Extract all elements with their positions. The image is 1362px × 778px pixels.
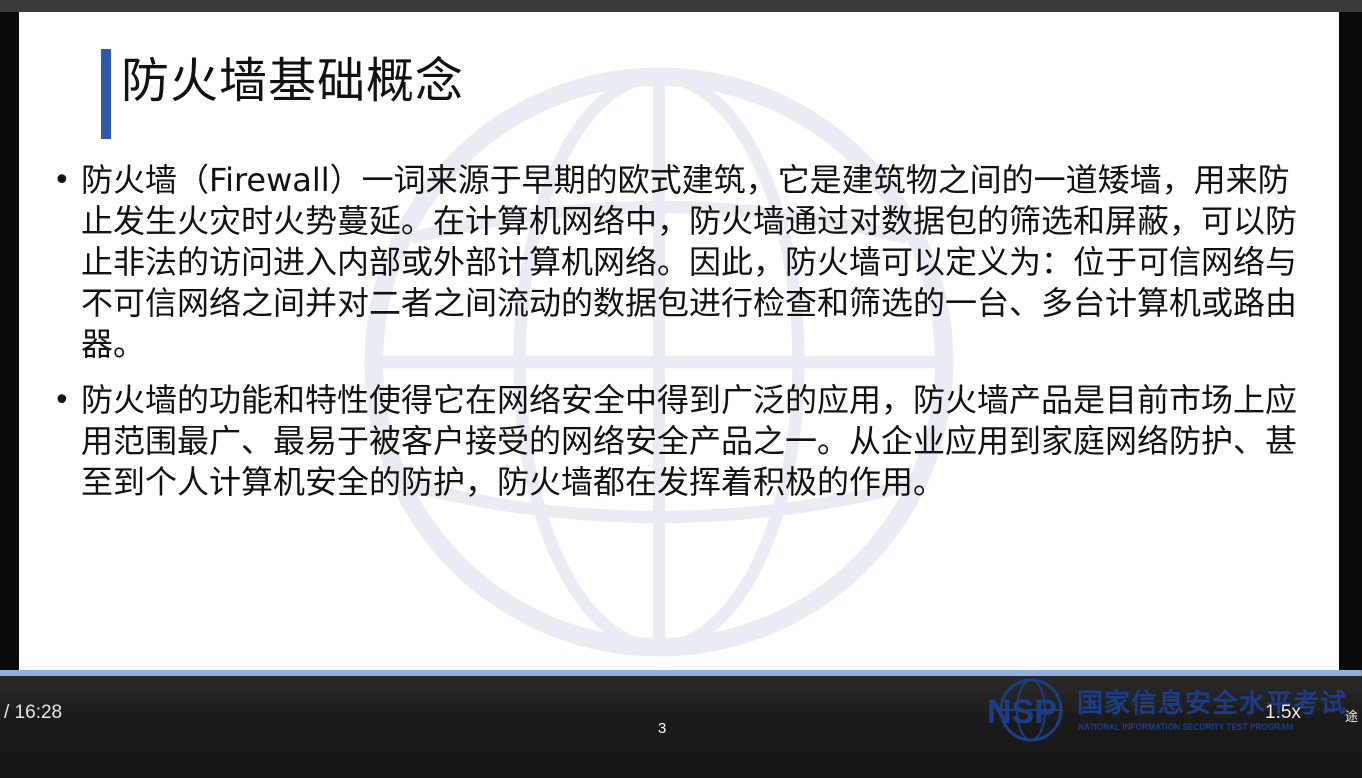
bullet-marker: •	[53, 163, 71, 198]
nsp-mark: NSP	[987, 693, 1057, 731]
time-display: / 16:28	[4, 702, 63, 723]
playback-speed-button[interactable]: 1.5x	[1265, 702, 1301, 724]
bullet-item: • 防火墙（Firewall）一词来源于早期的欧式建筑，它是建筑物之间的一道矮墙…	[53, 160, 1311, 365]
slide-title: 防火墙基础概念	[121, 53, 465, 109]
logo-name-cn: 国家信息安全水平考试	[1077, 689, 1348, 719]
bullet-marker: •	[53, 383, 71, 418]
logo-name-en: NATIONAL INFORMATION SECURITY TEST PROGR…	[1078, 722, 1294, 732]
slide-page-number: 3	[658, 720, 667, 737]
bullet-text: 防火墙（Firewall）一词来源于早期的欧式建筑，它是建筑物之间的一道矮墙，用…	[81, 161, 1298, 363]
video-player[interactable]: 防火墙基础概念 • 防火墙（Firewall）一词来源于早期的欧式建筑，它是建筑…	[0, 0, 1362, 778]
slide-frame: 防火墙基础概念 • 防火墙（Firewall）一词来源于早期的欧式建筑，它是建筑…	[19, 12, 1339, 672]
nsp-globe-icon: NSP	[987, 678, 1063, 742]
title-accent-bar	[101, 49, 111, 139]
quality-button[interactable]: 途	[1345, 706, 1358, 725]
bullet-item: • 防火墙的功能和特性使得它在网络安全中得到广泛的应用，防火墙产品是目前市场上应…	[53, 380, 1311, 503]
top-bar	[0, 0, 1362, 12]
bullet-text: 防火墙的功能和特性使得它在网络安全中得到广泛的应用，防火墙产品是目前市场上应用范…	[81, 381, 1298, 501]
